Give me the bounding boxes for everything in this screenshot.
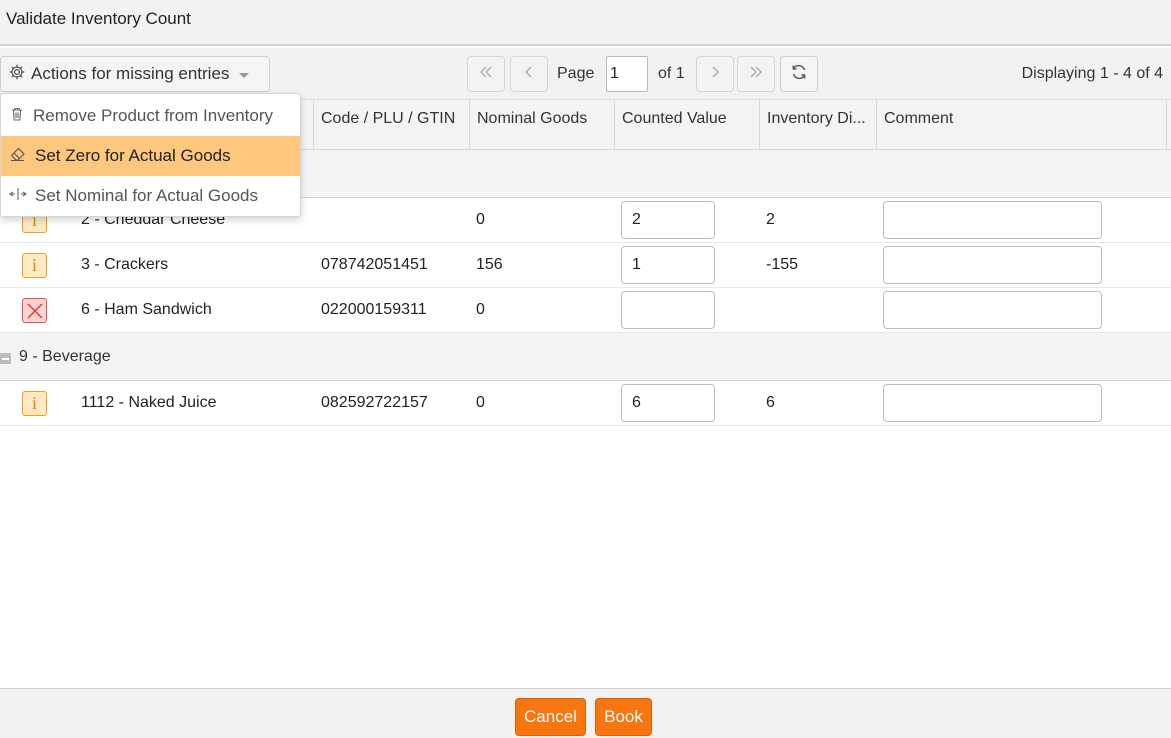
- column-header-nominal-goods[interactable]: Nominal Goods: [470, 100, 615, 149]
- footer-bar: Cancel Book: [0, 688, 1171, 738]
- nominal-goods-cell: 0: [476, 394, 485, 411]
- code-cell: 082592722157: [321, 394, 428, 411]
- group-label: 9 - Beverage: [19, 348, 111, 365]
- chevron-right-icon: [708, 65, 722, 84]
- comment-input[interactable]: [883, 246, 1102, 284]
- refresh-icon: [790, 63, 808, 86]
- nominal-goods-cell: 0: [476, 211, 485, 228]
- missing-x-icon: [22, 298, 47, 323]
- eraser-icon: [9, 146, 27, 167]
- column-header-inventory-difference[interactable]: Inventory Di...: [760, 100, 877, 149]
- book-button[interactable]: Book: [595, 698, 652, 736]
- info-icon: i: [22, 253, 47, 278]
- double-chevron-right-icon: [749, 65, 763, 84]
- actions-missing-entries-button[interactable]: Actions for missing entries: [0, 56, 270, 92]
- menu-item-label: Remove Product from Inventory: [33, 106, 273, 125]
- displaying-count: Displaying 1 - 4 of 4: [1021, 65, 1163, 82]
- split-arrows-icon: [9, 186, 27, 207]
- counted-value-input[interactable]: [621, 201, 715, 239]
- first-page-button[interactable]: [467, 56, 505, 92]
- chevron-left-icon: [522, 65, 536, 84]
- previous-page-button[interactable]: [510, 56, 548, 92]
- product-cell: 6 - Ham Sandwich: [81, 301, 212, 318]
- title-bar: Validate Inventory Count: [0, 0, 1171, 46]
- table-row[interactable]: i 3 - Crackers 078742051451 156 -155: [0, 243, 1171, 288]
- inventory-difference-cell: -155: [766, 256, 799, 273]
- menu-item-label: Set Nominal for Actual Goods: [35, 186, 259, 205]
- actions-dropdown-menu: Remove Product from Inventory Set Zero f…: [0, 93, 301, 217]
- comment-input[interactable]: [883, 384, 1102, 422]
- group-header-row[interactable]: 9 - Beverage: [0, 333, 1171, 381]
- counted-value-input[interactable]: [621, 384, 715, 422]
- menu-item-set-nominal[interactable]: Set Nominal for Actual Goods: [1, 176, 300, 216]
- counted-value-input[interactable]: [621, 246, 715, 284]
- next-page-button[interactable]: [696, 56, 734, 92]
- table-row[interactable]: i 1112 - Naked Juice 082592722157 0 6: [0, 381, 1171, 426]
- cancel-button[interactable]: Cancel: [515, 698, 586, 736]
- trash-icon: [9, 106, 25, 127]
- table-row[interactable]: 6 - Ham Sandwich 022000159311 0: [0, 288, 1171, 333]
- comment-input[interactable]: [883, 291, 1102, 329]
- inventory-difference-cell: 2: [766, 211, 775, 228]
- product-cell: 1112 - Naked Juice: [81, 394, 217, 411]
- chevron-down-icon: [239, 73, 250, 78]
- nominal-goods-cell: 0: [476, 301, 485, 318]
- menu-item-label: Set Zero for Actual Goods: [35, 146, 231, 165]
- comment-input[interactable]: [883, 201, 1102, 239]
- window-title: Validate Inventory Count: [6, 9, 191, 28]
- double-chevron-left-icon: [479, 65, 493, 84]
- page-label: Page: [557, 65, 595, 82]
- menu-item-set-zero[interactable]: Set Zero for Actual Goods: [1, 136, 300, 176]
- column-header-comment[interactable]: Comment: [877, 100, 1167, 149]
- column-header-counted-value[interactable]: Counted Value: [615, 100, 760, 149]
- page-count-label: of 1: [658, 65, 685, 82]
- inventory-difference-cell: 6: [766, 394, 775, 411]
- product-cell: 3 - Crackers: [81, 256, 169, 273]
- info-icon: i: [22, 391, 47, 416]
- page-number-input[interactable]: [606, 56, 648, 92]
- gear-icon: [9, 64, 25, 85]
- refresh-button[interactable]: [780, 56, 818, 92]
- counted-value-input[interactable]: [621, 291, 715, 329]
- code-cell: 078742051451: [321, 256, 428, 273]
- menu-item-remove-product[interactable]: Remove Product from Inventory: [1, 96, 300, 136]
- actions-label: Actions for missing entries: [31, 64, 230, 83]
- collapse-group-icon[interactable]: [0, 353, 11, 364]
- nominal-goods-cell: 156: [476, 256, 503, 273]
- code-cell: 022000159311: [321, 301, 427, 318]
- column-header-code[interactable]: Code / PLU / GTIN: [314, 100, 470, 149]
- last-page-button[interactable]: [737, 56, 775, 92]
